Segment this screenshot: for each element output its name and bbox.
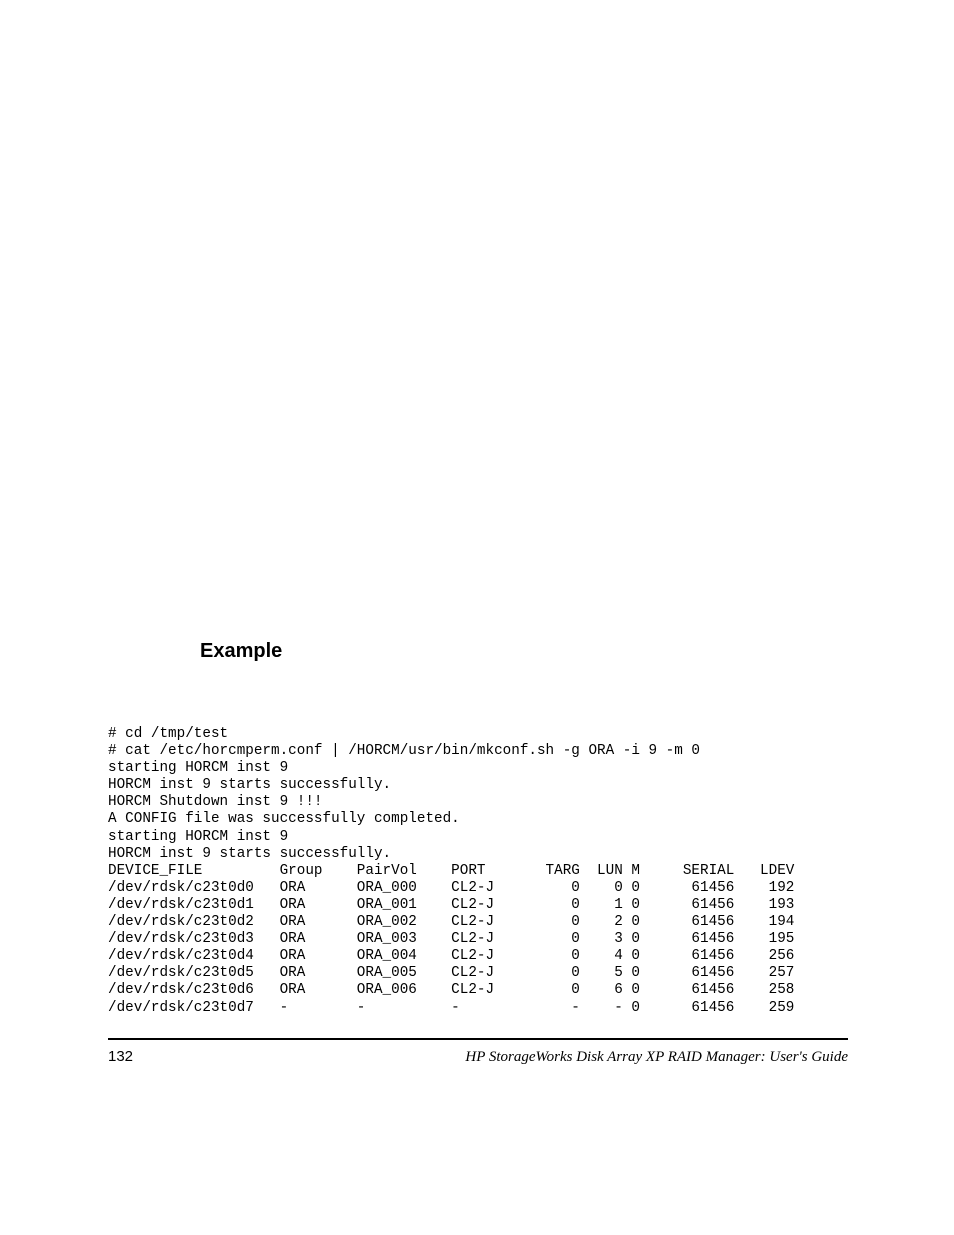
code-block: # cd /tmp/test # cat /etc/horcmperm.conf… — [108, 726, 794, 1017]
page: Example # cd /tmp/test # cat /etc/horcmp… — [0, 0, 954, 1235]
page-footer: 132 HP StorageWorks Disk Array XP RAID M… — [108, 1048, 848, 1066]
page-number: 132 — [108, 1048, 133, 1065]
footer-title: HP StorageWorks Disk Array XP RAID Manag… — [465, 1049, 848, 1066]
example-heading: Example — [200, 640, 282, 663]
footer-rule — [108, 1038, 848, 1040]
